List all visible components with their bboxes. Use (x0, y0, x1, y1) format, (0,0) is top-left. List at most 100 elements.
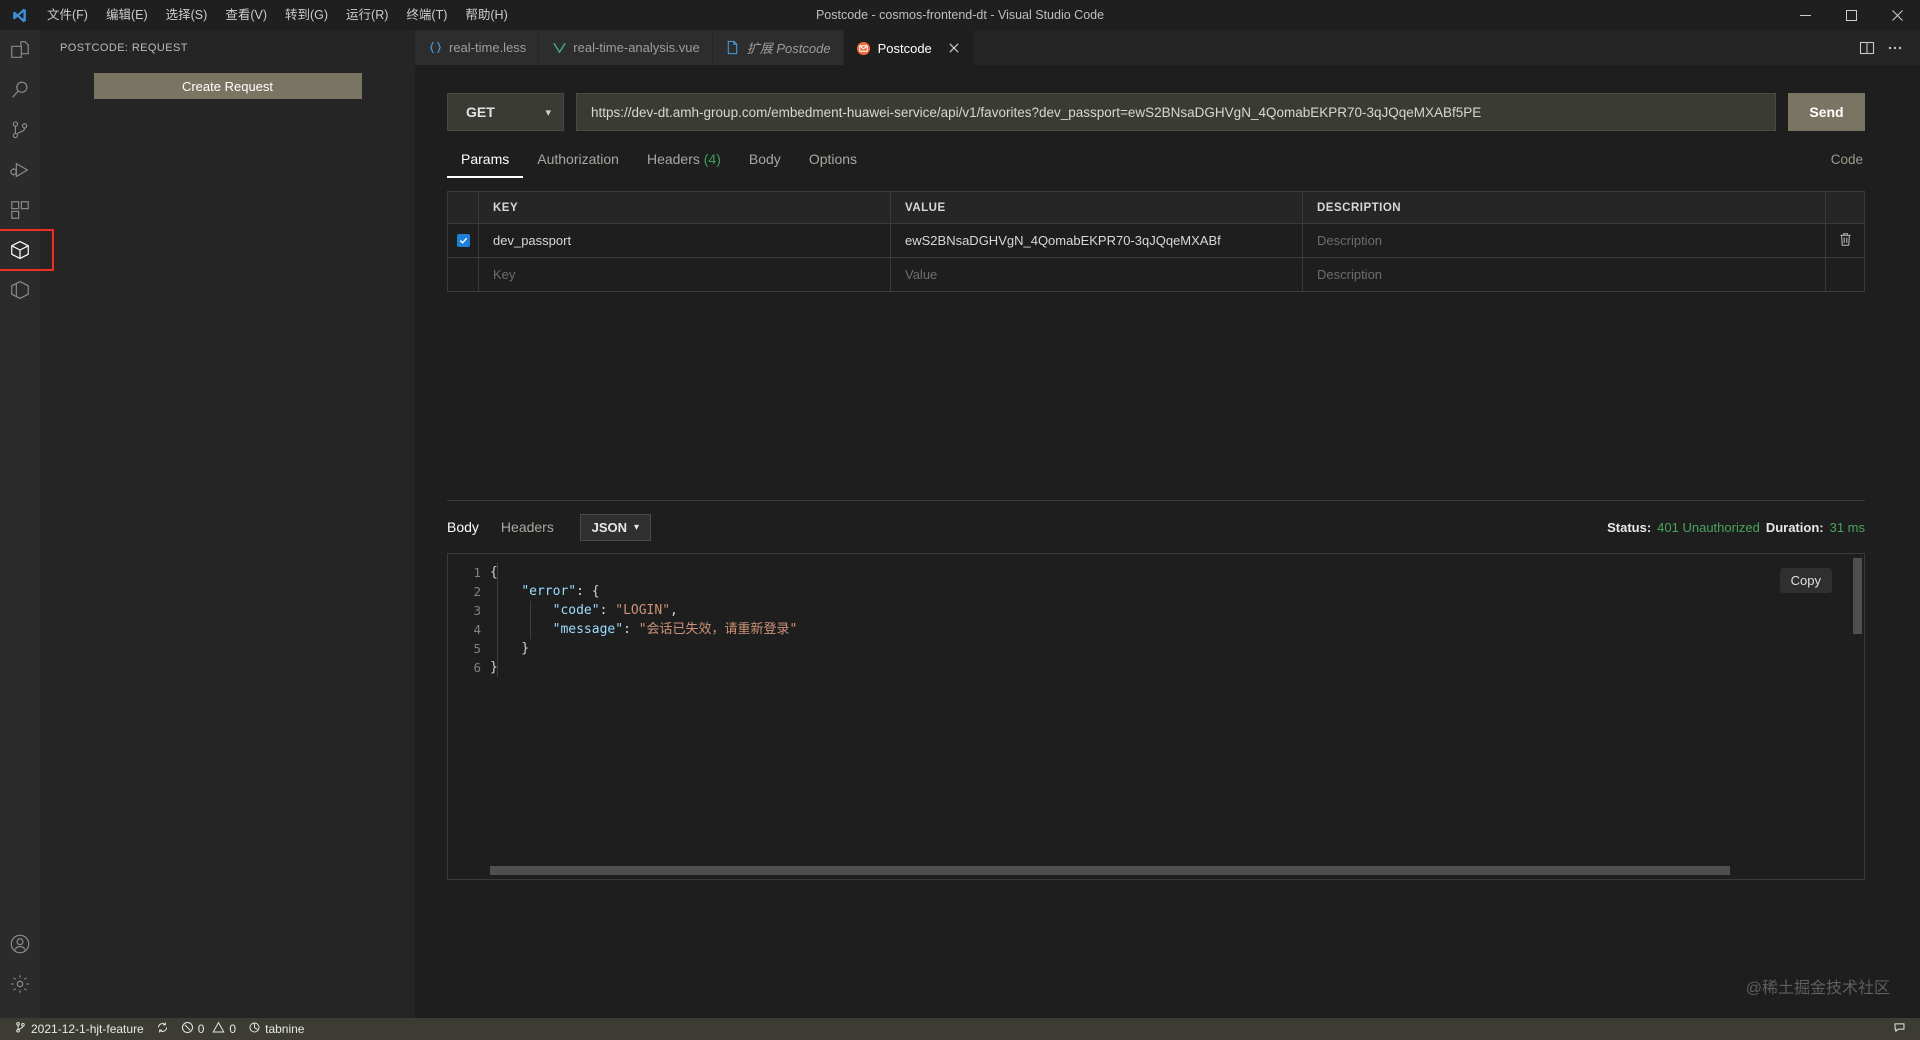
url-input[interactable] (576, 93, 1776, 131)
response-tab-body[interactable]: Body (447, 519, 479, 535)
file-icon (725, 40, 741, 56)
files-icon[interactable] (0, 30, 40, 70)
menu-go[interactable]: 转到(G) (276, 3, 337, 27)
response-tab-headers[interactable]: Headers (501, 519, 554, 535)
menu-help[interactable]: 帮助(H) (456, 3, 516, 27)
menu-selection[interactable]: 选择(S) (157, 3, 217, 27)
response-code[interactable]: { "error": { "code": "LOGIN", "message":… (490, 554, 1864, 879)
response-format-value: JSON (591, 519, 628, 535)
tab-label: real-time.less (449, 40, 527, 55)
tab-authorization[interactable]: Authorization (523, 141, 633, 178)
horizontal-scrollbar[interactable] (490, 866, 1730, 875)
header-actions (1826, 192, 1864, 223)
row-checkbox[interactable] (456, 234, 470, 247)
status-branch[interactable]: 2021-12-1-hjt-feature (8, 1018, 150, 1040)
extensions-icon[interactable] (0, 190, 40, 230)
line-number: 1 (473, 565, 481, 580)
response-status: Status: 401 Unauthorized Duration: 31 ms (1607, 520, 1865, 535)
table-row-empty: Key Value Description (448, 258, 1864, 292)
status-branch-label: 2021-12-1-hjt-feature (31, 1022, 144, 1036)
postcode-icon (856, 40, 872, 56)
line-number: 6 (473, 660, 481, 675)
status-tabnine-label: tabnine (265, 1022, 305, 1036)
account-icon[interactable] (0, 924, 40, 964)
indent-guide (530, 601, 531, 639)
status-bar-right (1887, 1018, 1912, 1040)
more-actions-icon[interactable] (1884, 37, 1906, 59)
menu-file[interactable]: 文件(F) (38, 3, 97, 27)
header-description: DESCRIPTION (1303, 192, 1826, 223)
tab-params[interactable]: Params (447, 141, 524, 178)
warning-icon (212, 1021, 226, 1037)
minimize-icon[interactable] (1782, 0, 1828, 30)
gear-icon[interactable] (0, 964, 40, 1004)
status-bar: 2021-12-1-hjt-feature 0 0 tabnine (0, 1018, 1920, 1040)
empty-row-description[interactable]: Description (1303, 258, 1826, 291)
empty-row-key[interactable]: Key (479, 258, 891, 291)
status-problems[interactable]: 0 0 (175, 1018, 242, 1040)
send-button[interactable]: Send (1788, 93, 1865, 131)
row-description[interactable]: Description (1303, 224, 1826, 257)
status-feedback[interactable] (1887, 1018, 1912, 1040)
error-icon (181, 1021, 194, 1037)
empty-row-actions (1826, 258, 1864, 291)
code-link[interactable]: Code (1831, 152, 1865, 167)
tab-headers-label: Headers (646, 151, 700, 167)
status-sync[interactable] (150, 1018, 175, 1040)
run-debug-icon[interactable] (0, 150, 40, 190)
empty-row-checkbox-cell (448, 258, 479, 291)
feedback-icon (1893, 1021, 1906, 1037)
tab-label-prefix: 扩展 (746, 41, 773, 56)
trash-icon[interactable] (1839, 232, 1852, 250)
vscode-logo-icon (0, 7, 38, 24)
menu-run[interactable]: 运行(R) (337, 3, 397, 27)
tab-label: real-time-analysis.vue (573, 40, 700, 55)
response-format-select[interactable]: JSON ▾ (579, 513, 651, 541)
copy-button[interactable]: Copy (1779, 568, 1832, 593)
split-editor-icon[interactable] (1856, 37, 1878, 59)
menu-edit[interactable]: 编辑(E) (97, 3, 157, 27)
code-line: } (490, 660, 498, 675)
row-key[interactable]: dev_passport (479, 224, 891, 257)
chevron-down-icon: ▾ (634, 521, 640, 533)
params-table-header: KEY VALUE DESCRIPTION (448, 192, 1864, 224)
tab-real-time-less[interactable]: real-time.less (415, 30, 540, 65)
postcode-webview: GET ▾ Send Params Authorization (415, 65, 1920, 1018)
row-actions (1826, 224, 1864, 257)
menu-view[interactable]: 查看(V) (216, 3, 276, 27)
tab-headers[interactable]: Headers (4) (633, 141, 735, 178)
row-value[interactable]: ewS2BNsaDGHVgN_4QomabEKPR70-3qJQqeMXABf (891, 224, 1303, 257)
tab-real-time-analysis-vue[interactable]: real-time-analysis.vue (539, 30, 713, 65)
empty-row-value[interactable]: Value (891, 258, 1303, 291)
response-header: Body Headers JSON ▾ Status: 401 Unauthor… (447, 501, 1865, 553)
hexagon-icon[interactable] (0, 270, 40, 310)
code-line: } (490, 641, 530, 656)
duration-label: Duration: (1765, 519, 1824, 535)
code-line: "error": { (521, 584, 600, 599)
tab-extension-postcode[interactable]: 扩展 Postcode (712, 30, 844, 65)
tab-postcode[interactable]: Postcode (843, 30, 975, 65)
menu-terminal[interactable]: 终端(T) (397, 3, 456, 27)
tab-body[interactable]: Body (735, 141, 795, 178)
line-number: 3 (473, 603, 481, 618)
horizontal-scrollbar-track (490, 866, 1853, 877)
editor-actions (1856, 30, 1920, 65)
status-tabnine[interactable]: tabnine (242, 1018, 310, 1040)
maximize-icon[interactable] (1828, 0, 1874, 30)
editor-area: real-time.less real-time-analysis.vue 扩展… (415, 30, 1920, 1018)
indent-guide (497, 563, 498, 677)
activity-item-postcode[interactable] (0, 229, 54, 271)
table-row: dev_passport ewS2BNsaDGHVgN_4QomabEKPR70… (448, 224, 1864, 258)
search-icon[interactable] (0, 70, 40, 110)
sync-icon (156, 1021, 169, 1037)
tab-label-text: Postcode (776, 41, 831, 56)
close-icon[interactable] (1874, 0, 1920, 30)
tab-options[interactable]: Options (795, 141, 871, 178)
vertical-scrollbar[interactable] (1853, 558, 1862, 634)
http-method-select[interactable]: GET ▾ (447, 93, 564, 131)
source-control-icon[interactable] (0, 110, 40, 150)
create-request-button[interactable]: Create Request (93, 73, 362, 99)
tab-authorization-label: Authorization (537, 151, 619, 167)
menu-bar: 文件(F) 编辑(E) 选择(S) 查看(V) 转到(G) 运行(R) 终端(T… (38, 0, 517, 30)
close-icon[interactable] (946, 40, 962, 56)
